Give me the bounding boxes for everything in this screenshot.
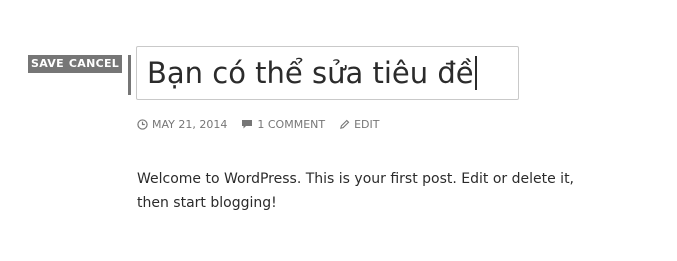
speech-bubble-icon xyxy=(242,119,253,128)
post-content: Welcome to WordPress. This is your first… xyxy=(137,171,575,211)
edit-link[interactable]: EDIT xyxy=(339,118,379,131)
clock-icon xyxy=(137,118,148,130)
save-button[interactable]: SAVE xyxy=(31,55,64,73)
edit-indicator-bar xyxy=(128,55,131,95)
cancel-button[interactable]: CANCEL xyxy=(69,55,119,73)
post-date: MAY 21, 2014 xyxy=(152,117,228,131)
post-title-input[interactable]: Bạn có thể sửa tiêu đề xyxy=(136,46,519,100)
edit-label: EDIT xyxy=(354,117,380,131)
text-caret xyxy=(474,56,477,90)
pencil-icon xyxy=(340,119,350,129)
comments-link[interactable]: 1 COMMENT xyxy=(241,118,325,131)
inline-edit-controls: SAVE CANCEL xyxy=(28,55,123,73)
post-title-text: Bạn có thể sửa tiêu đề xyxy=(147,56,474,90)
post-date-link[interactable]: MAY 21, 2014 xyxy=(137,118,227,131)
comments-count: 1 COMMENT xyxy=(257,117,326,131)
entry-meta: MAY 21, 2014 1 COMMENT EDIT xyxy=(137,117,393,131)
